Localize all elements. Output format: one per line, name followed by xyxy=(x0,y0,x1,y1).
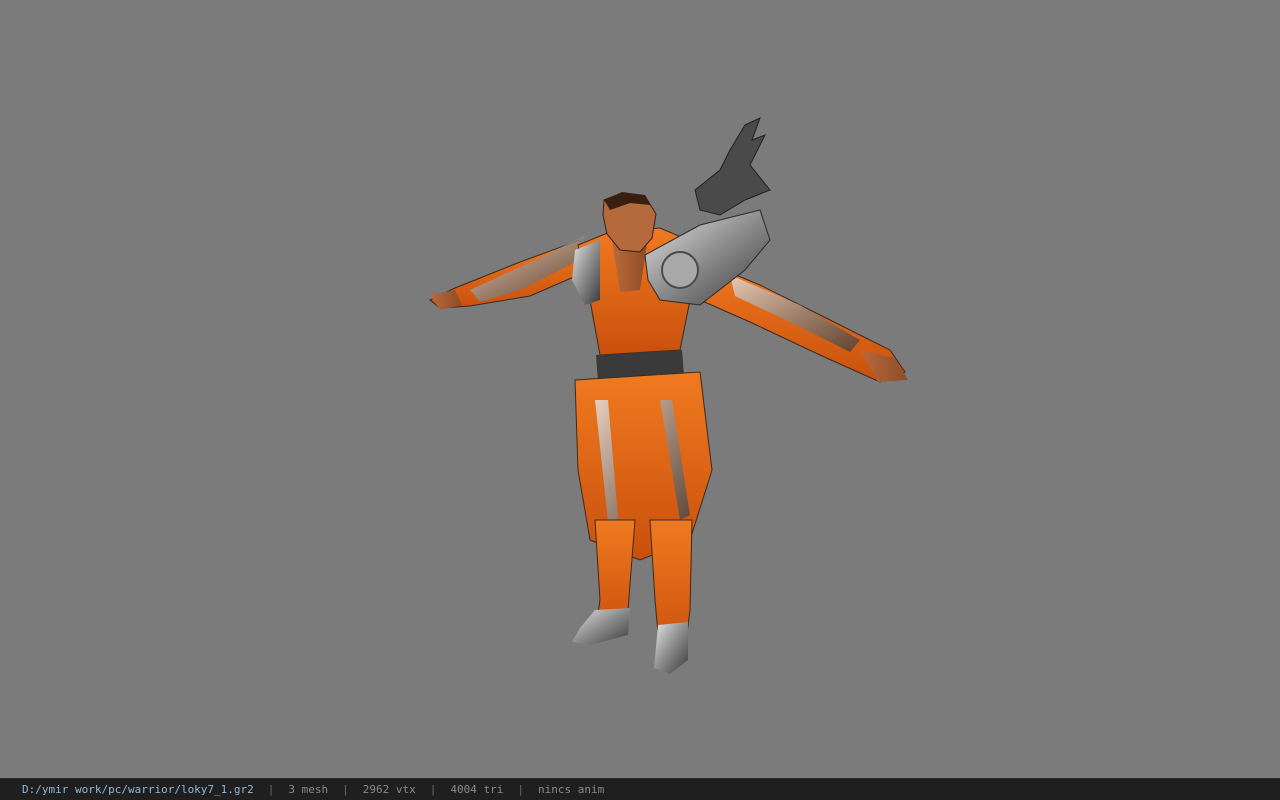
triangle-count: 4004 tri xyxy=(450,783,504,796)
left-boot xyxy=(572,608,630,645)
right-boot xyxy=(654,622,688,674)
status-bar: D:/ymir work/pc/warrior/loky7_1.gr2 | 3 … xyxy=(0,778,1280,800)
dragon-head xyxy=(694,117,771,216)
separator: | xyxy=(267,783,275,796)
separator: | xyxy=(429,783,437,796)
3d-viewport[interactable] xyxy=(0,0,1280,778)
left-pauldron xyxy=(572,240,600,305)
pauldron-swirl xyxy=(661,251,699,289)
mesh-count: 3 mesh xyxy=(288,783,329,796)
animation-status: nincs anim xyxy=(538,783,605,796)
warrior-3d-model xyxy=(429,117,908,674)
vertex-count: 2962 vtx xyxy=(362,783,416,796)
separator: | xyxy=(342,783,349,796)
file-path: D:/ymir work/pc/warrior/loky7_1.gr2 xyxy=(22,783,254,796)
separator: | xyxy=(517,783,525,796)
